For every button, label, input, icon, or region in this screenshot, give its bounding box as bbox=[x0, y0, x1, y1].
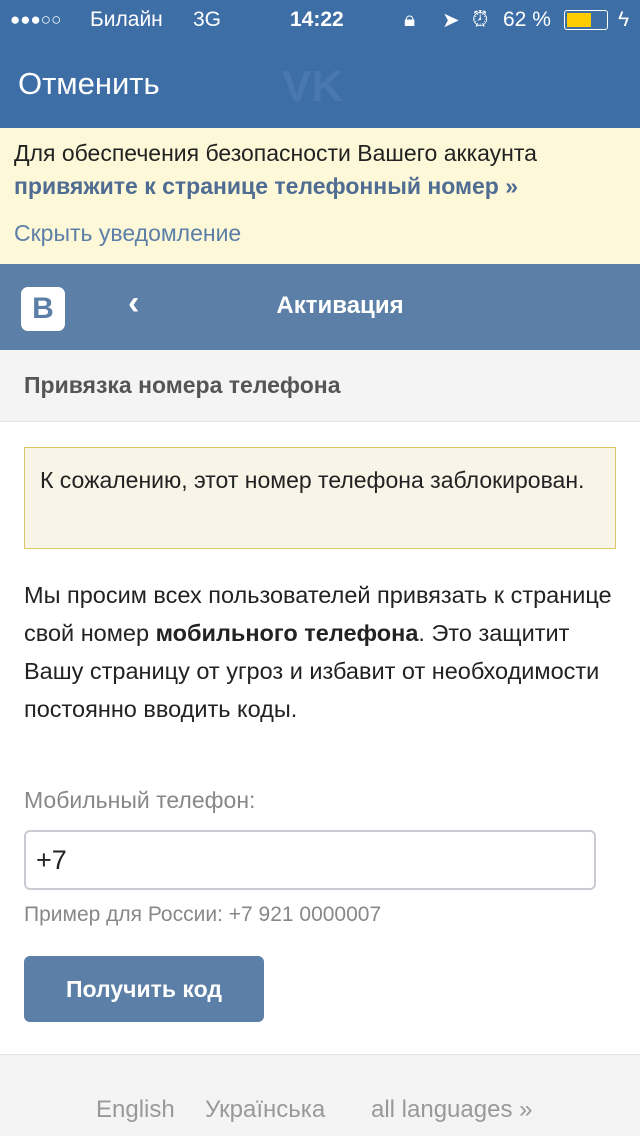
section-title: Привязка номера телефона bbox=[24, 372, 341, 398]
signal-icon: ●●●○○ bbox=[10, 10, 62, 29]
blocked-warning: К сожалению, этот номер телефона заблоки… bbox=[24, 447, 616, 549]
rotation-lock-icon: 🔒︎ bbox=[404, 8, 416, 31]
language-english[interactable]: English bbox=[96, 1096, 175, 1124]
phone-hint: Пример для России: +7 921 0000007 bbox=[24, 903, 382, 926]
charging-icon: ϟ bbox=[618, 8, 630, 31]
hide-notice-link[interactable]: Скрыть уведомление bbox=[14, 220, 241, 247]
security-notice: Для обеспечения безопасности Вашего акка… bbox=[0, 128, 640, 264]
location-icon: ➤ bbox=[442, 9, 460, 32]
cancel-button[interactable]: Отменить bbox=[18, 66, 160, 102]
description: Мы просим всех пользователей привязать к… bbox=[24, 576, 624, 728]
battery-icon bbox=[564, 10, 608, 30]
header-bar: B ‹ Активация bbox=[0, 264, 640, 350]
network: 3G bbox=[193, 8, 222, 31]
clock: 14:22 bbox=[290, 8, 344, 31]
battery-percent: 62 % bbox=[503, 8, 551, 31]
section-header: Привязка номера телефона bbox=[0, 350, 640, 422]
top-nav: Отменить VK bbox=[0, 40, 640, 128]
alarm-icon: ⏰︎ bbox=[472, 8, 489, 31]
footer: English Українська all languages » bbox=[0, 1054, 640, 1136]
phone-label: Мобильный телефон: bbox=[24, 787, 256, 813]
status-bar: ●●●○○ Билайн 3G 14:22 🔒︎ ➤ ⏰︎ 62 % ϟ bbox=[0, 0, 640, 40]
notice-text: Для обеспечения безопасности Вашего акка… bbox=[14, 140, 537, 166]
description-bold: мобильного телефона bbox=[155, 620, 419, 646]
language-ukrainian[interactable]: Українська bbox=[205, 1096, 325, 1124]
all-languages-link[interactable]: all languages » bbox=[371, 1096, 532, 1124]
page-title: Активация bbox=[276, 292, 404, 319]
vk-watermark-logo: VK bbox=[282, 62, 344, 111]
carrier: Билайн bbox=[90, 8, 163, 31]
phone-input[interactable] bbox=[24, 830, 596, 890]
link-phone-link[interactable]: привяжите к странице телефонный номер » bbox=[14, 173, 518, 200]
get-code-button[interactable]: Получить код bbox=[24, 956, 264, 1022]
